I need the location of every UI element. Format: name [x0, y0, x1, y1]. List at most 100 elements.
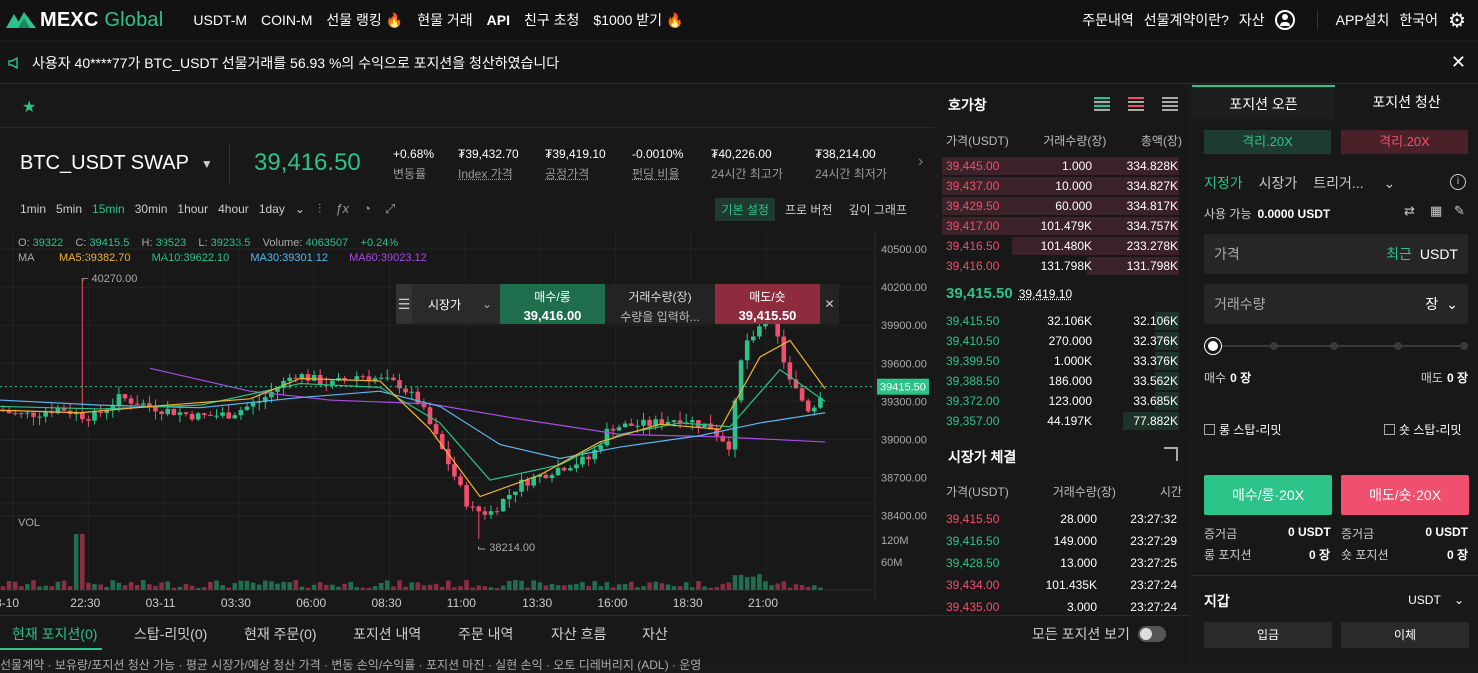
candle-body[interactable]	[226, 412, 231, 419]
candle-body[interactable]	[232, 415, 238, 419]
wallet-currency-select[interactable]: USDT ⌄	[1408, 593, 1464, 607]
nav-language[interactable]: 한국어	[1399, 10, 1438, 30]
candle-body[interactable]	[580, 456, 585, 465]
candle-body[interactable]	[141, 403, 146, 405]
candle-body[interactable]	[726, 441, 732, 450]
candle-body[interactable]	[433, 424, 439, 435]
nav-what-futures[interactable]: 선물계약이란?	[1144, 10, 1229, 30]
candle-body[interactable]	[43, 412, 48, 417]
tab-current-orders[interactable]: 현재 주문(0)	[244, 624, 317, 644]
candle-body[interactable]	[744, 340, 750, 361]
candle-body[interactable]	[360, 376, 366, 378]
nav-invite[interactable]: 친구 초청	[524, 10, 579, 30]
slider-step[interactable]	[1270, 342, 1278, 350]
quick-buy-button[interactable]: 매수/롱 39,416.00	[500, 284, 605, 324]
candle-body[interactable]	[37, 416, 42, 418]
candle-body[interactable]	[799, 388, 805, 401]
slider-step[interactable]	[1460, 342, 1468, 350]
interval-4hour[interactable]: 4hour	[218, 202, 249, 216]
candle-type-icon[interactable]: ⫶	[318, 201, 321, 217]
candle-body[interactable]	[311, 374, 317, 381]
candle-body[interactable]	[134, 403, 140, 405]
candle-body[interactable]	[476, 506, 482, 512]
candle-body[interactable]	[781, 336, 787, 363]
ask-row[interactable]: 39,437.00 10.000 334.827K	[937, 176, 1185, 196]
slider-step[interactable]	[1330, 342, 1338, 350]
tab-assets[interactable]: 자산	[642, 624, 668, 644]
nav-usdt-m[interactable]: USDT-M	[193, 12, 247, 28]
transfer-button[interactable]: 이체	[1341, 622, 1469, 648]
indicator-icon[interactable]: ƒx	[335, 201, 349, 217]
candle-body[interactable]	[574, 464, 579, 469]
candle-body[interactable]	[122, 394, 128, 399]
view-pro[interactable]: 프로 버전	[779, 198, 839, 221]
candle-body[interactable]	[616, 427, 622, 431]
order-type-trigger[interactable]: 트리거... ⌄	[1313, 173, 1411, 193]
quick-qty-input[interactable]: 거래수량(장) 수량을 입력하...	[605, 284, 715, 324]
candle-body[interactable]	[622, 423, 628, 428]
candle-body[interactable]	[305, 374, 311, 381]
candle-body[interactable]	[482, 511, 488, 515]
price-latest-button[interactable]: 최근	[1386, 244, 1412, 264]
candle-body[interactable]	[177, 412, 183, 415]
candle-body[interactable]	[183, 412, 189, 414]
gear-icon[interactable]: ⚙	[1448, 8, 1466, 33]
candle-body[interactable]	[732, 400, 738, 450]
chevron-down-icon[interactable]: ⌄	[295, 202, 305, 216]
ask-row[interactable]: 39,429.50 60.000 334.817K	[937, 196, 1185, 216]
bid-row[interactable]: 39,415.50 32.106K 32.106K	[937, 311, 1185, 331]
nav-spot[interactable]: 현물 거래	[417, 10, 472, 30]
candle-body[interactable]	[470, 506, 475, 508]
interval-1hour[interactable]: 1hour	[177, 202, 208, 216]
candle-body[interactable]	[647, 419, 652, 427]
expand-icon[interactable]	[1164, 447, 1178, 461]
candle-body[interactable]	[549, 475, 555, 479]
interval-30min[interactable]: 30min	[135, 202, 168, 216]
tab-order-history[interactable]: 주문 내역	[458, 624, 513, 644]
candle-body[interactable]	[116, 394, 122, 406]
candle-body[interactable]	[488, 511, 494, 515]
drag-handle-icon[interactable]: ☰	[396, 284, 412, 324]
candle-body[interactable]	[250, 402, 256, 407]
transfer-icon[interactable]: ⇄	[1404, 203, 1415, 219]
ask-row[interactable]: 39,416.50 101.480K 233.278K	[937, 236, 1185, 256]
bid-row[interactable]: 39,388.50 186.000 33.562K	[937, 371, 1185, 391]
candle-body[interactable]	[92, 411, 97, 421]
candle-body[interactable]	[299, 374, 305, 379]
candle-body[interactable]	[12, 413, 18, 415]
view-basic[interactable]: 기본 설정	[715, 198, 775, 221]
candle-body[interactable]	[19, 413, 24, 415]
candle-body[interactable]	[421, 404, 427, 408]
nav-bonus[interactable]: $1000 받기 🔥	[593, 10, 683, 30]
bid-row[interactable]: 39,410.50 270.000 32.376K	[937, 331, 1185, 351]
tab-current-positions[interactable]: 현재 포지션(0)	[12, 624, 97, 644]
qty-input[interactable]: 거래수량 장 ⌄	[1204, 284, 1468, 324]
candle-body[interactable]	[6, 411, 12, 414]
star-icon[interactable]: ★	[22, 97, 36, 117]
candle-body[interactable]	[690, 420, 695, 423]
candle-body[interactable]	[494, 511, 500, 513]
candle-body[interactable]	[159, 411, 164, 415]
interval-15min[interactable]: 15min	[92, 202, 125, 216]
nav-app[interactable]: APP설치	[1336, 10, 1390, 30]
candle-body[interactable]	[507, 494, 512, 499]
candle-body[interactable]	[293, 377, 299, 379]
candle-body[interactable]	[696, 420, 701, 428]
candle-body[interactable]	[31, 412, 36, 417]
ask-row[interactable]: 39,416.00 131.798K 131.798K	[937, 256, 1185, 276]
interval-5min[interactable]: 5min	[56, 202, 82, 216]
candle-body[interactable]	[354, 376, 360, 380]
candle-body[interactable]	[165, 408, 170, 415]
bid-row[interactable]: 39,399.50 1.000K 33.376K	[937, 351, 1185, 371]
candle-body[interactable]	[80, 412, 85, 420]
asks-only-icon[interactable]	[1128, 97, 1144, 111]
candle-body[interactable]	[604, 428, 610, 446]
leverage-short-button[interactable]: 격리.20X	[1341, 130, 1468, 154]
candle-body[interactable]	[25, 412, 30, 414]
stop-long-checkbox[interactable]: 롱 스탑-리밋	[1204, 421, 1282, 438]
candle-body[interactable]	[214, 415, 219, 417]
candle-body[interactable]	[391, 377, 396, 381]
candle-body[interactable]	[464, 485, 469, 507]
tab-stop-limit[interactable]: 스탑-리밋(0)	[134, 624, 207, 644]
nav-coin-m[interactable]: COIN-M	[261, 12, 312, 28]
